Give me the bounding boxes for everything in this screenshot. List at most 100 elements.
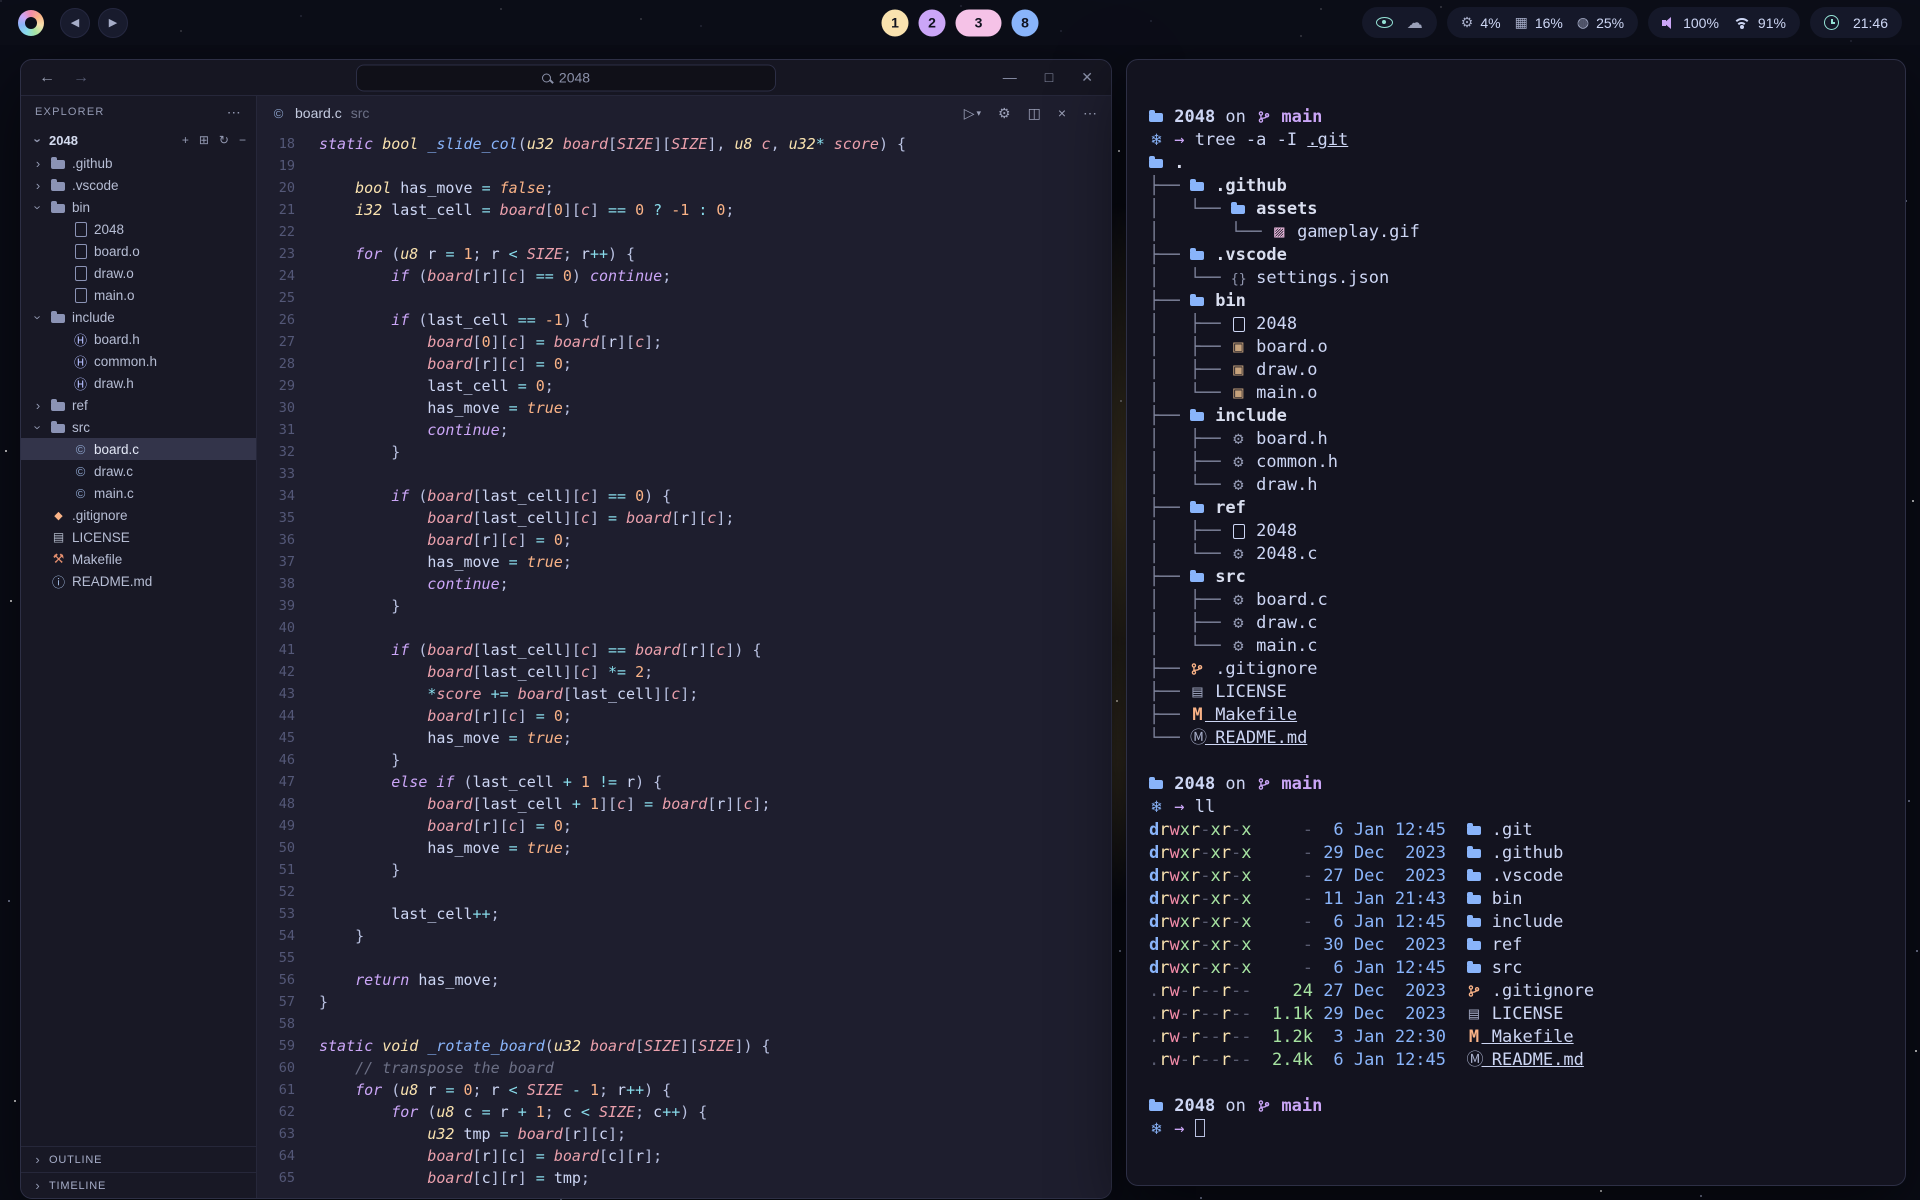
volume-icon: [1662, 16, 1676, 30]
explorer-root-row[interactable]: › 2048 + ⊞ ↻ −: [21, 128, 256, 152]
explorer-item-label: common.h: [94, 354, 157, 369]
code-line: 36 board[r][c] = 0;: [257, 529, 1111, 551]
explorer-item-bin[interactable]: ›bin: [21, 196, 256, 218]
explorer-item-include[interactable]: ›include: [21, 306, 256, 328]
explorer-item-.vscode[interactable]: ›.vscode: [21, 174, 256, 196]
split-editor-icon[interactable]: ◫: [1028, 105, 1041, 122]
explorer-item-main.o[interactable]: main.o: [21, 284, 256, 306]
c-file-icon: ©: [73, 464, 88, 479]
explorer-item-label: Makefile: [72, 552, 122, 567]
volume-stat[interactable]: 100%: [1662, 15, 1719, 31]
line-number: 39: [257, 595, 319, 617]
code-line: 59static void _rotate_board(u32 board[SI…: [257, 1035, 1111, 1057]
code-line: 19: [257, 155, 1111, 177]
explorer-item-board.c[interactable]: ©board.c: [21, 438, 256, 460]
idle-inhibitor-eye-icon[interactable]: [1376, 17, 1393, 28]
line-number: 38: [257, 573, 319, 595]
minimize-button[interactable]: —: [1003, 69, 1017, 86]
git-branch-icon: [1256, 106, 1271, 129]
line-number: 24: [257, 265, 319, 287]
code-editor[interactable]: 18static bool _slide_col(u32 board[SIZE]…: [257, 130, 1111, 1198]
media-prev-button[interactable]: ◀: [60, 8, 90, 38]
explorer-item-draw.o[interactable]: draw.o: [21, 262, 256, 284]
line-number: 54: [257, 925, 319, 947]
collapse-all-icon[interactable]: −: [239, 133, 246, 147]
workspace-1[interactable]: 1: [882, 9, 909, 36]
command-center-search[interactable]: 2048: [356, 64, 776, 91]
explorer-item-label: 2048: [94, 222, 124, 237]
terminal-line: ❄ →: [1149, 1118, 1905, 1141]
gitignore-icon: ◆: [51, 509, 66, 522]
back-arrow-icon[interactable]: ←: [39, 69, 55, 87]
breadcrumb[interactable]: © board.c src ▷▾ ⚙ ◫ × ⋯: [257, 96, 1111, 130]
explorer-item-ref[interactable]: ›ref: [21, 394, 256, 416]
terminal-line: ├── ref: [1149, 497, 1905, 520]
outline-panel[interactable]: › OUTLINE: [21, 1146, 256, 1172]
run-file-button[interactable]: ▷▾: [964, 105, 981, 122]
wifi-stat[interactable]: 91%: [1733, 15, 1786, 31]
git-icon: [1467, 980, 1482, 1003]
explorer-item-2048[interactable]: 2048: [21, 218, 256, 240]
line-number: 58: [257, 1013, 319, 1035]
launcher-logo-icon[interactable]: [18, 10, 44, 36]
timeline-panel[interactable]: › TIMELINE: [21, 1172, 256, 1198]
terminal-line: │ ├── ⚙ board.h: [1149, 428, 1905, 451]
forward-arrow-icon[interactable]: →: [73, 69, 89, 87]
file-icon: [73, 222, 88, 236]
explorer-item-main.c[interactable]: ©main.c: [21, 482, 256, 504]
explorer-item-common.h[interactable]: Ⓗcommon.h: [21, 350, 256, 372]
line-number: 48: [257, 793, 319, 815]
clock-widget[interactable]: 21:46: [1810, 7, 1902, 38]
explorer-item-board.o[interactable]: board.o: [21, 240, 256, 262]
terminal-line: ❄ → ll: [1149, 796, 1905, 819]
breadcrumb-file[interactable]: board.c: [295, 105, 342, 121]
refresh-icon[interactable]: ↻: [219, 133, 229, 147]
explorer-item-Makefile[interactable]: ⚒Makefile: [21, 548, 256, 570]
close-editor-icon[interactable]: ×: [1058, 105, 1066, 121]
code-line: 64 board[r][c] = board[c][r];: [257, 1145, 1111, 1167]
workspace-2[interactable]: 2: [919, 9, 946, 36]
line-number: 55: [257, 947, 319, 969]
new-file-icon[interactable]: +: [182, 133, 189, 147]
close-button[interactable]: ✕: [1081, 69, 1093, 86]
media-next-button[interactable]: ▶: [98, 8, 128, 38]
gear-icon[interactable]: ⚙: [998, 105, 1011, 122]
vscode-titlebar[interactable]: ← → 2048 — □ ✕: [21, 60, 1111, 96]
explorer-item-.github[interactable]: ›.github: [21, 152, 256, 174]
explorer-item-README.md[interactable]: ⓘREADME.md: [21, 570, 256, 592]
code-line: 40: [257, 617, 1111, 639]
code-line: 43 *score += board[last_cell][c];: [257, 683, 1111, 705]
line-number: 50: [257, 837, 319, 859]
terminal-line: ├── include: [1149, 405, 1905, 428]
more-actions-icon[interactable]: ⋯: [1083, 105, 1097, 122]
terminal-window[interactable]: 2048 on main❄ → tree -a -I .git .├── .gi…: [1126, 59, 1906, 1186]
explorer-item-label: draw.c: [94, 464, 133, 479]
terminal-line: .rw-r--r-- 1.1k 29 Dec 2023 ▤ LICENSE: [1149, 1003, 1905, 1026]
code-line: 21 i32 last_cell = board[0][c] == 0 ? -1…: [257, 199, 1111, 221]
terminal-line: .rw-r--r-- 2.4k 6 Jan 12:45 Ⓜ README.md: [1149, 1049, 1905, 1072]
explorer-more-icon[interactable]: ⋯: [227, 104, 242, 121]
file-icon: [73, 266, 88, 280]
line-number: 25: [257, 287, 319, 309]
terminal-line: │ └── ▣ main.o: [1149, 382, 1905, 405]
explorer-item-src[interactable]: ›src: [21, 416, 256, 438]
workspace-8[interactable]: 8: [1012, 9, 1039, 36]
explorer-item-board.h[interactable]: Ⓗboard.h: [21, 328, 256, 350]
statusbar-right: ☁ ⚙4%▦16%◍25% 100% 91% 21:46: [1362, 7, 1902, 38]
explorer-item-draw.c[interactable]: © draw.c: [21, 460, 256, 482]
explorer-item-label: board.o: [94, 244, 140, 259]
breadcrumb-folder[interactable]: src: [351, 105, 370, 121]
folder-icon: [1467, 869, 1482, 882]
maximize-button[interactable]: □: [1045, 69, 1053, 86]
new-folder-icon[interactable]: ⊞: [199, 133, 209, 147]
workspace-3[interactable]: 3: [956, 9, 1002, 36]
explorer-item-.gitignore[interactable]: ◆.gitignore: [21, 504, 256, 526]
object-file-icon: ▣: [1231, 359, 1246, 382]
weather-widget[interactable]: ☁: [1362, 7, 1437, 38]
explorer-item-LICENSE[interactable]: ▤LICENSE: [21, 526, 256, 548]
folder-icon: [1149, 777, 1164, 790]
makefile-icon: M: [1467, 1026, 1482, 1049]
source-file-icon: ⚙: [1231, 451, 1246, 474]
explorer-item-draw.h[interactable]: Ⓗdraw.h: [21, 372, 256, 394]
chevron-down-icon: ›: [31, 133, 46, 147]
